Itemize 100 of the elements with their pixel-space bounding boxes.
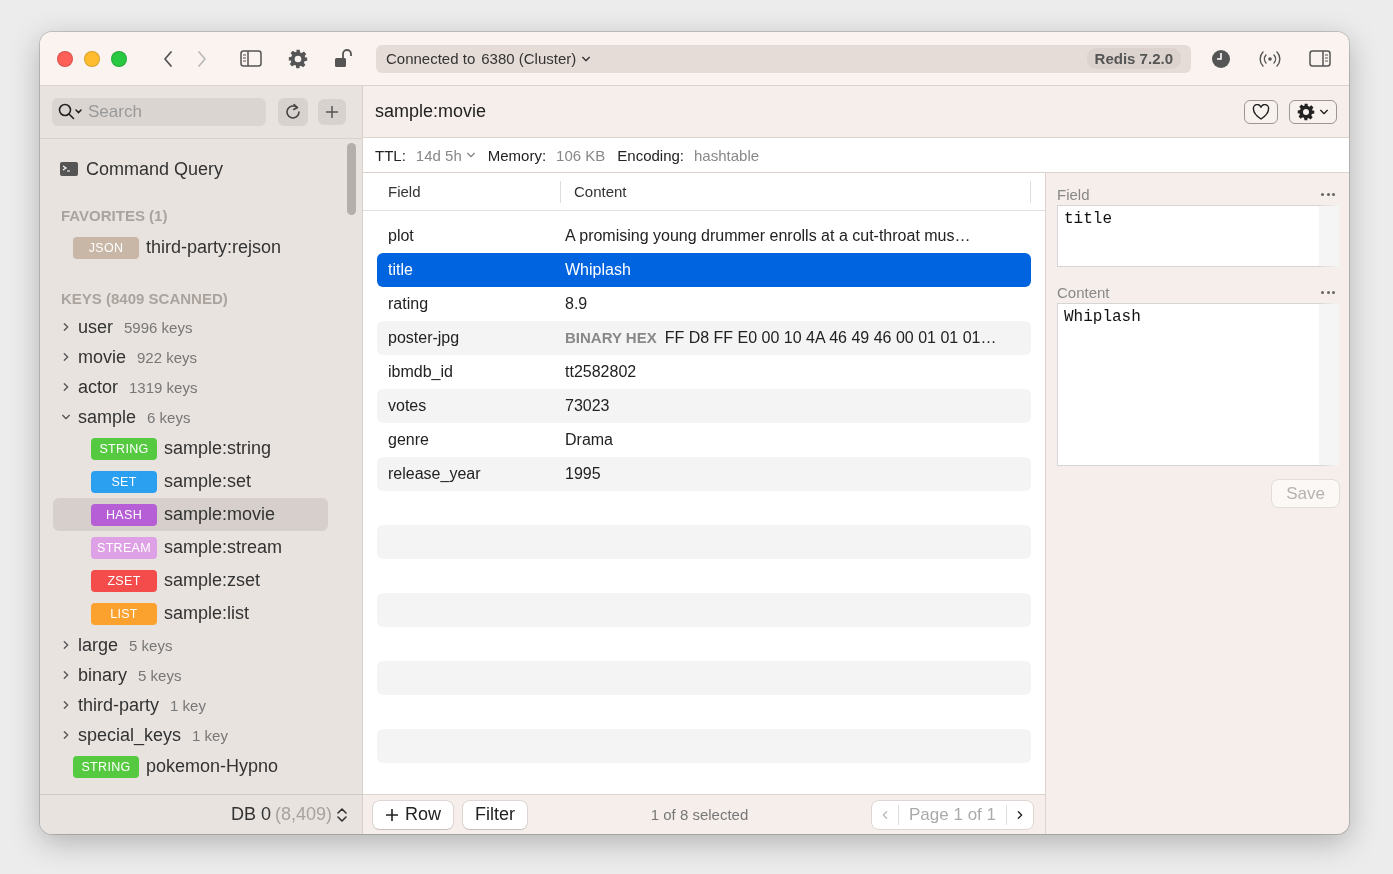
table-cell-text: votes bbox=[387, 397, 428, 415]
broadcast-icon[interactable] bbox=[1257, 49, 1283, 68]
heart-icon bbox=[1252, 103, 1270, 120]
refresh-button[interactable] bbox=[278, 98, 308, 126]
editor-label: Content bbox=[1057, 283, 1110, 301]
lock-icon[interactable] bbox=[334, 48, 354, 69]
key-item[interactable]: SET sample:set bbox=[53, 465, 328, 498]
table-cell-text: poster-jpg bbox=[387, 329, 461, 347]
table-cell-text: ibmdb_id bbox=[387, 363, 454, 381]
sidebar-toggle-icon[interactable] bbox=[240, 50, 262, 67]
table-cell-text: title bbox=[387, 261, 414, 279]
table-row[interactable]: genre Drama bbox=[377, 423, 1031, 457]
info-label: Memory: bbox=[487, 146, 547, 164]
chevron-icon bbox=[61, 699, 71, 711]
key-group[interactable]: third-party 1 key bbox=[40, 690, 362, 720]
favorite-button[interactable] bbox=[1244, 99, 1278, 124]
connection-bar[interactable]: Connected to 6380 (Cluster) Redis 7.2.0 bbox=[376, 44, 1191, 73]
table-row[interactable]: title Whiplash bbox=[377, 253, 1031, 287]
key-item[interactable]: LIST sample:list bbox=[53, 597, 328, 630]
chevron-icon bbox=[61, 639, 71, 651]
key-group[interactable]: actor 1319 keys bbox=[40, 372, 362, 402]
chevron-icon bbox=[61, 669, 71, 681]
clock-icon[interactable] bbox=[1211, 48, 1231, 69]
search-field[interactable]: Search bbox=[52, 98, 266, 126]
settings-icon bbox=[1297, 102, 1315, 121]
up-down-icon bbox=[336, 805, 348, 824]
info-value: 106 KB bbox=[556, 146, 606, 164]
database-selector[interactable]: DB 0 (8,409) bbox=[40, 794, 362, 834]
key-group[interactable]: binary 5 keys bbox=[40, 660, 362, 690]
table-cell: Whiplash bbox=[565, 261, 631, 279]
type-badge: STREAM bbox=[91, 536, 157, 559]
table-cell: A promising young drummer enrolls at a cut-throat mus… bbox=[565, 227, 971, 245]
column-header[interactable]: Content bbox=[561, 180, 1031, 203]
refresh-icon bbox=[284, 103, 302, 121]
zoom-button[interactable] bbox=[111, 50, 127, 67]
chevron-icon bbox=[61, 351, 71, 363]
info-value: hashtable bbox=[694, 146, 760, 164]
table-cell: 1995 bbox=[565, 465, 601, 483]
table-cell-text: release_year bbox=[387, 465, 482, 483]
key-group[interactable]: user 5996 keys bbox=[40, 312, 362, 342]
type-badge: STRING bbox=[91, 437, 157, 460]
table-row[interactable]: ibmdb_id tt2582802 bbox=[377, 355, 1031, 389]
column-header[interactable]: Field bbox=[363, 180, 561, 203]
key-group[interactable]: large 5 keys bbox=[40, 630, 362, 660]
chevron-icon bbox=[1015, 808, 1025, 821]
editor-field[interactable]: title bbox=[1057, 205, 1339, 267]
settings-menu-button[interactable] bbox=[1289, 99, 1337, 124]
table-cell: 8.9 bbox=[565, 295, 588, 313]
key-title: sample:movie bbox=[375, 101, 487, 122]
add-row-button[interactable]: Row bbox=[373, 800, 453, 829]
command-query-item[interactable]: Command Query bbox=[40, 155, 362, 183]
editor-field[interactable]: Whiplash bbox=[1057, 303, 1339, 466]
key-group[interactable]: special_keys 1 key bbox=[40, 720, 362, 750]
add-button[interactable] bbox=[318, 99, 346, 125]
key-item[interactable]: ZSET sample:zset bbox=[53, 564, 328, 597]
selection-status: 1 of 8 selected bbox=[649, 806, 750, 823]
inspector-toggle-icon[interactable] bbox=[1309, 50, 1331, 67]
type-badge: JSON bbox=[73, 236, 139, 259]
search-icon[interactable] bbox=[58, 103, 84, 121]
key-item[interactable]: STRING sample:string bbox=[53, 432, 328, 465]
info-label: Encoding: bbox=[617, 146, 684, 164]
settings-icon bbox=[288, 48, 308, 69]
chevron-icon bbox=[61, 321, 71, 333]
filter-button[interactable]: Filter bbox=[463, 800, 527, 829]
back-button[interactable] bbox=[162, 49, 174, 68]
table-row[interactable]: votes 73023 bbox=[377, 389, 1031, 423]
table-row[interactable]: rating 8.9 bbox=[377, 287, 1031, 321]
table-row[interactable]: release_year 1995 bbox=[377, 457, 1031, 491]
table-cell: tt2582802 bbox=[565, 363, 637, 381]
key-item[interactable]: STRING pokemon-Hypno bbox=[53, 750, 328, 783]
favorite-item[interactable]: JSON third-party:rejson bbox=[53, 231, 328, 264]
type-badge: LIST bbox=[91, 602, 157, 625]
table-cell-text: plot bbox=[387, 227, 415, 245]
binary-tag: BINARY HEX bbox=[565, 329, 657, 347]
section-heading: FAVORITES (1) bbox=[60, 207, 169, 226]
table-row[interactable]: plot A promising young drummer enrolls at a cut-throat mus… bbox=[377, 219, 1031, 253]
chevron-icon bbox=[61, 381, 71, 393]
section-heading: KEYS (8409 SCANNED) bbox=[60, 290, 229, 309]
key-group[interactable]: movie 922 keys bbox=[40, 342, 362, 372]
info-value[interactable]: 14d 5h bbox=[415, 146, 476, 164]
type-badge: HASH bbox=[91, 503, 157, 526]
type-badge: ZSET bbox=[91, 569, 157, 592]
table-cell: 73023 bbox=[565, 397, 610, 415]
key-group[interactable]: sample 6 keys bbox=[40, 402, 362, 432]
table-row[interactable]: poster-jpg BINARY HEX FF D8 FF E0 00 10 4A 46 49 46 00 01 01 01… bbox=[377, 321, 1031, 355]
info-label: TTL: bbox=[375, 146, 406, 164]
key-item[interactable]: STREAM sample:stream bbox=[53, 531, 328, 564]
type-badge: SET bbox=[91, 470, 157, 493]
plus-icon bbox=[325, 105, 339, 119]
chevron-icon bbox=[61, 729, 71, 741]
settings-button[interactable] bbox=[288, 48, 308, 69]
editor-label: Field bbox=[1057, 185, 1090, 203]
key-item[interactable]: HASH sample:movie bbox=[53, 498, 328, 531]
terminal-icon bbox=[60, 162, 78, 176]
version-label: Redis 7.2.0 bbox=[1086, 48, 1181, 69]
close-button[interactable] bbox=[57, 50, 73, 67]
table-cell-text: rating bbox=[387, 295, 430, 313]
type-badge: STRING bbox=[73, 755, 139, 778]
scrollbar-thumb[interactable] bbox=[347, 143, 356, 215]
connection-target[interactable]: 6380 (Cluster) bbox=[481, 50, 592, 67]
